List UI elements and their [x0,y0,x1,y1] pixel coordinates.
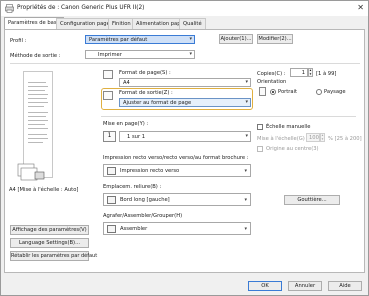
scale-spinner[interactable]: ▴ ▾ [320,133,325,142]
gutter-button[interactable]: Gouttière... [284,195,340,205]
scale-label: Mise à l'échelle(G) : [257,136,309,142]
divider [101,116,356,117]
binding-icon [107,196,116,204]
manual-scale-checkbox[interactable] [257,124,263,130]
output-method-value: Imprimer [98,52,122,58]
page-format-select[interactable]: A4 ▾ [119,78,251,87]
profile-label: Profil : [10,38,27,44]
chevron-down-icon: ▾ [244,197,247,203]
copies-range: [1 à 99] [316,71,337,77]
help-button[interactable]: Aide [328,281,362,291]
window-title: Propriétés de : Canon Generic Plus UFR I… [17,5,145,11]
close-icon[interactable]: ✕ [357,3,364,12]
printer-icon [5,4,14,13]
portrait-radio[interactable] [270,89,276,95]
layout-value: 1 sur 1 [127,134,146,140]
duplex-label: Impression recto verso/recto verso/au fo… [103,155,249,161]
scale-range: % [25 à 200] [328,136,362,142]
tab-quality[interactable]: Qualité [179,18,206,29]
portrait-label: Portrait [278,89,298,95]
profile-value: Paramètres par défaut [89,37,148,43]
copies-spinner[interactable]: ▴ ▾ [308,68,313,77]
cancel-button[interactable]: Annuler [288,281,322,291]
duplex-icon [107,167,116,175]
staple-select[interactable]: Assembler ▾ [103,222,251,235]
preview-caption: A4 [Mise à l'échelle : Auto] [9,187,79,193]
page-format-value: A4 [123,80,130,86]
basic-settings-panel: Profil : Paramètres par défaut ▾ Ajouter… [4,29,365,273]
title-bar: Propriétés de : Canon Generic Plus UFR I… [1,1,368,16]
duplex-value: Impression recto verso [120,168,180,174]
divider [10,63,360,64]
tab-page-setup[interactable]: Configuration page [56,18,114,29]
landscape-label: Paysage [324,89,346,95]
printer-stack-icon [17,163,45,181]
display-settings-button[interactable]: Affichage des paramètres(V) [10,225,89,235]
duplex-select[interactable]: Impression recto verso ▾ [103,164,251,177]
copies-label: Copies(C) : [257,71,286,77]
layout-label: Mise en page(Y) : [103,121,149,127]
ok-button[interactable]: OK [248,281,282,291]
binding-value: Bord long [gauche] [120,197,170,203]
output-format-select[interactable]: Ajuster au format de page ▾ [119,98,251,107]
chevron-down-icon: ▾ [189,36,192,42]
binding-label: Emplacem. reliure(B) : [103,184,162,190]
profile-select[interactable]: Paramètres par défaut ▾ [85,35,195,44]
chevron-down-icon: ▾ [245,99,248,105]
page-format-icon [103,70,113,79]
origin-center-checkbox[interactable] [257,146,263,152]
output-format-label: Format de sortie(Z) : [119,90,173,96]
collate-icon [107,225,116,233]
layout-select[interactable]: 1 sur 1 ▾ [119,131,251,142]
page-format-label: Format de page(S) : [119,70,171,76]
tab-basic-settings[interactable]: Paramètres de base [4,17,64,29]
manual-scale-label: Échelle manuelle [266,124,311,130]
restore-defaults-button[interactable]: Rétablir les paramètres par défaut [10,251,97,261]
chevron-down-icon: ▾ [245,79,248,85]
add-profile-button[interactable]: Ajouter(1)... [219,34,253,44]
output-method-select[interactable]: Imprimer ▾ [85,50,195,59]
binding-select[interactable]: Bord long [gauche] ▾ [103,193,251,206]
layout-icon: 1 [103,131,116,142]
scale-input[interactable]: 100 [306,133,320,142]
chevron-down-icon: ▾ [244,168,247,174]
landscape-radio[interactable] [316,89,322,95]
chevron-down-icon: ▾ [189,51,192,57]
orientation-label: Orientation [257,79,287,85]
staple-label: Agrafer/Assembler/Grouper(H) [103,213,183,219]
staple-value: Assembler [120,226,148,232]
modify-profile-button[interactable]: Modifier(2)... [257,34,293,44]
tab-finishing[interactable]: Finition [108,18,135,29]
printer-properties-window: Propriétés de : Canon Generic Plus UFR I… [0,0,369,296]
output-format-value: Ajuster au format de page [123,100,192,106]
chevron-down-icon: ▾ [244,226,247,232]
output-method-label: Méthode de sortie : [10,53,61,59]
origin-center-label: Origine au centre(3) [266,146,319,152]
copies-input[interactable]: 1 [290,68,308,77]
chevron-down-icon: ▾ [245,133,248,139]
language-settings-button[interactable]: Language Settings(B)... [10,238,89,248]
portrait-icon [259,87,266,96]
output-format-icon [103,91,113,100]
